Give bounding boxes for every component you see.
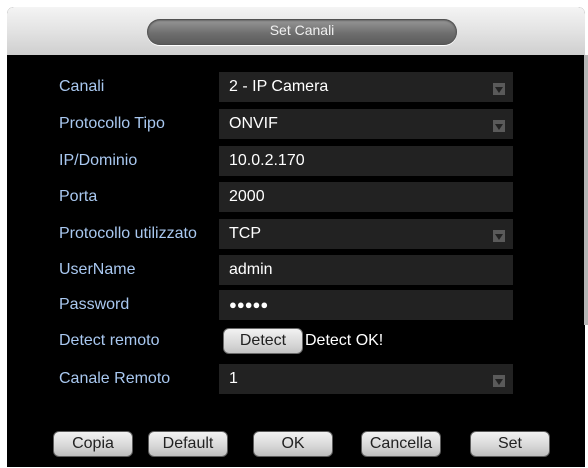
chevron-down-icon[interactable] xyxy=(493,83,505,95)
password-input[interactable]: ●●●●● xyxy=(219,290,513,320)
porta-input[interactable]: 2000 xyxy=(219,182,513,212)
row-canali: Canali 2 - IP Camera xyxy=(7,72,585,102)
row-username: UserName admin xyxy=(7,255,585,285)
set-canali-dialog: Set Canali Canali 2 - IP Camera Protocol… xyxy=(7,7,588,467)
detect-status: Detect OK! xyxy=(305,332,384,349)
canali-value: 2 - IP Camera xyxy=(229,78,329,95)
canale-remoto-select[interactable]: 1 xyxy=(219,364,513,394)
username-value: admin xyxy=(229,261,273,278)
protocollo-tipo-value: ONVIF xyxy=(229,115,278,132)
username-input[interactable]: admin xyxy=(219,255,513,285)
row-canale-remoto: Canale Remoto 1 xyxy=(7,364,585,394)
canale-remoto-value: 1 xyxy=(229,370,238,387)
canali-label: Canali xyxy=(59,78,105,95)
cancel-button[interactable]: Cancella xyxy=(361,431,441,457)
protocollo-tipo-select[interactable]: ONVIF xyxy=(219,109,513,139)
password-value: ●●●●● xyxy=(229,297,269,312)
row-ip-dominio: IP/Dominio 10.0.2.170 xyxy=(7,146,585,176)
canali-select[interactable]: 2 - IP Camera xyxy=(219,72,513,102)
canale-remoto-label: Canale Remoto xyxy=(59,370,171,387)
chevron-down-icon[interactable] xyxy=(493,120,505,132)
chevron-down-icon[interactable] xyxy=(493,230,505,242)
default-button[interactable]: Default xyxy=(148,431,228,457)
title-pill: Set Canali xyxy=(147,19,457,45)
row-password: Password ●●●●● xyxy=(7,290,585,320)
protocollo-utilizzato-value: TCP xyxy=(229,225,261,242)
protocollo-utilizzato-select[interactable]: TCP xyxy=(219,219,513,249)
row-protocollo-utilizzato: Protocollo utilizzato TCP xyxy=(7,219,585,249)
ip-dominio-label: IP/Dominio xyxy=(59,152,138,169)
detect-remoto-label: Detect remoto xyxy=(59,332,160,349)
ip-dominio-value: 10.0.2.170 xyxy=(229,152,305,169)
ok-button[interactable]: OK xyxy=(253,431,333,457)
copy-button[interactable]: Copia xyxy=(53,431,133,457)
ip-dominio-input[interactable]: 10.0.2.170 xyxy=(219,146,513,176)
protocollo-tipo-label: Protocollo Tipo xyxy=(59,115,165,132)
chevron-down-icon[interactable] xyxy=(493,375,505,387)
row-detect-remoto: Detect remoto Detect Detect OK! xyxy=(7,326,585,356)
username-label: UserName xyxy=(59,261,136,278)
detect-button[interactable]: Detect xyxy=(223,328,303,354)
password-label: Password xyxy=(59,296,130,313)
porta-value: 2000 xyxy=(229,188,265,205)
row-protocollo-tipo: Protocollo Tipo ONVIF xyxy=(7,109,585,139)
porta-label: Porta xyxy=(59,188,98,205)
title-bar: Set Canali xyxy=(7,7,585,55)
set-button[interactable]: Set xyxy=(470,431,550,457)
protocollo-utilizzato-label: Protocollo utilizzato xyxy=(59,225,197,242)
dialog-title: Set Canali xyxy=(269,22,335,38)
row-porta: Porta 2000 xyxy=(7,182,585,212)
